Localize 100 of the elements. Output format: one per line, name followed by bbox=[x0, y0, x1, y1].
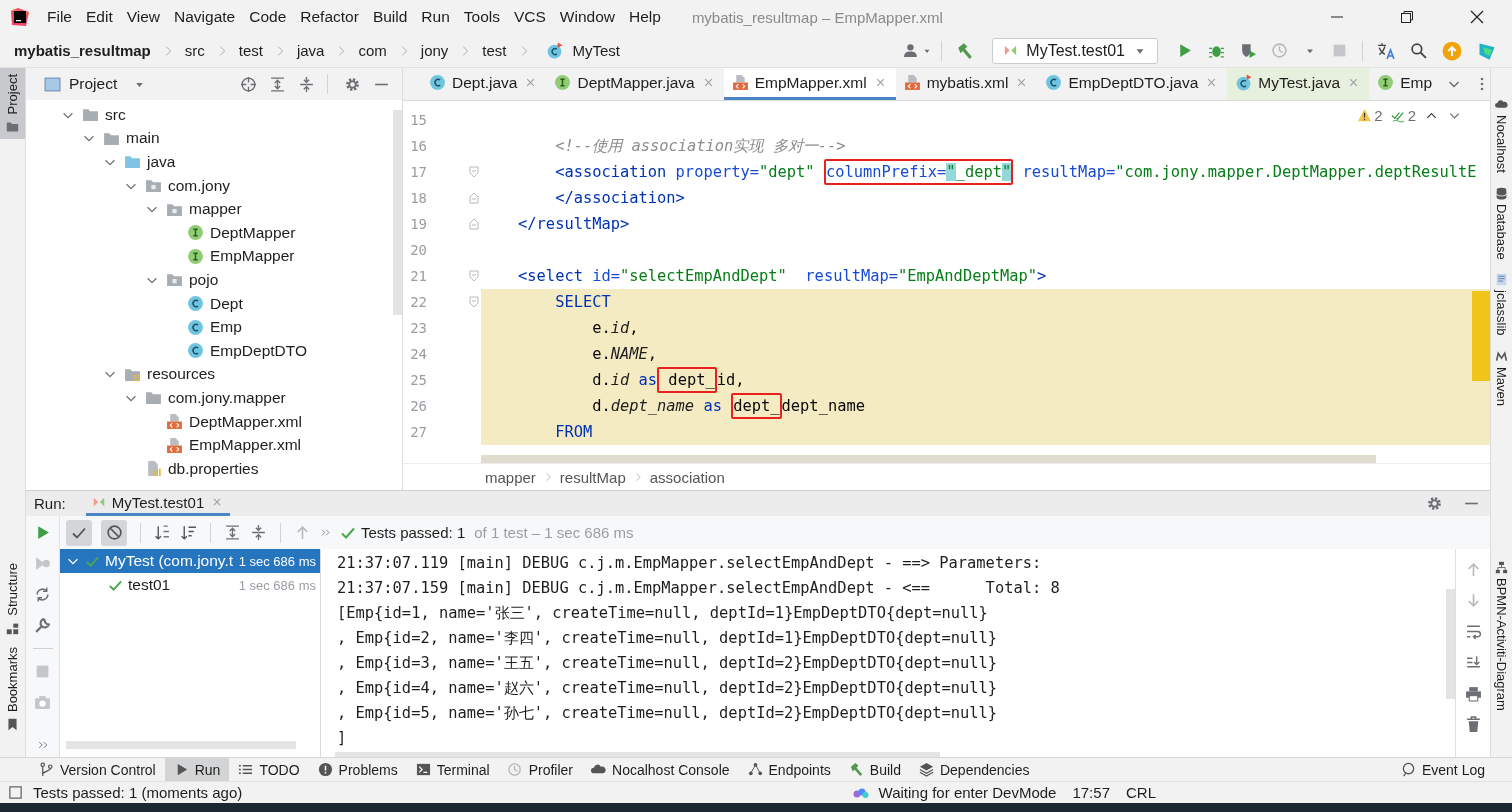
menu-item[interactable]: Code bbox=[242, 8, 294, 26]
translate-icon[interactable] bbox=[1377, 41, 1395, 60]
tree-item[interactable]: com.jony bbox=[168, 176, 231, 195]
menu-item[interactable]: Run bbox=[414, 8, 457, 26]
tree-item[interactable]: Emp bbox=[210, 318, 242, 337]
tree-item[interactable]: com.jony.mapper bbox=[168, 388, 286, 407]
gear-icon[interactable] bbox=[1426, 495, 1443, 512]
update-icon[interactable] bbox=[1442, 40, 1462, 61]
tree-item[interactable]: DeptMapper bbox=[210, 223, 296, 242]
tree-item[interactable]: Dept bbox=[210, 294, 243, 313]
editor-tab[interactable]: mybatis.xml bbox=[895, 68, 1038, 100]
breadcrumb[interactable]: test bbox=[482, 42, 507, 59]
tool-window-button[interactable]: Nocalhost bbox=[1494, 98, 1509, 173]
tool-window-tab[interactable]: Endpoints bbox=[738, 758, 840, 781]
editor-tab[interactable]: EmpDeptDTO.java bbox=[1037, 68, 1228, 100]
restore-window-icon[interactable] bbox=[1399, 9, 1415, 25]
breadcrumb[interactable]: resultMap bbox=[559, 468, 626, 486]
tool-window-tab[interactable]: Build bbox=[839, 758, 910, 781]
tool-window-tab[interactable]: Dependencies bbox=[909, 758, 1039, 781]
tree-item[interactable]: mapper bbox=[189, 200, 242, 219]
tree-item[interactable]: java bbox=[147, 153, 176, 171]
sort-duration-icon[interactable] bbox=[180, 524, 197, 541]
wrench-icon[interactable] bbox=[34, 617, 51, 634]
print-icon[interactable] bbox=[1464, 685, 1482, 702]
tool-window-tab[interactable]: Terminal bbox=[406, 758, 499, 781]
panel-title[interactable]: Project bbox=[69, 75, 118, 93]
trash-icon[interactable] bbox=[1464, 716, 1482, 733]
tool-window-button[interactable]: Bookmarks bbox=[0, 640, 25, 737]
breadcrumb[interactable]: java bbox=[296, 42, 325, 59]
breadcrumb[interactable]: MyTest bbox=[572, 42, 621, 59]
breadcrumb[interactable]: association bbox=[649, 468, 725, 486]
sort-alpha-icon[interactable] bbox=[154, 524, 171, 541]
show-passed-toggle[interactable] bbox=[66, 519, 92, 546]
menu-item[interactable]: Refactor bbox=[293, 8, 366, 26]
expand-all-icon[interactable] bbox=[224, 524, 241, 541]
double-chevron-icon[interactable] bbox=[36, 739, 49, 751]
scrollbar[interactable] bbox=[66, 741, 296, 749]
tool-window-tab[interactable]: Profiler bbox=[498, 758, 582, 781]
menu-item[interactable]: Help bbox=[622, 8, 668, 26]
collapse-all-icon[interactable] bbox=[298, 75, 315, 93]
gear-icon[interactable] bbox=[344, 75, 361, 93]
editor-tab[interactable]: Emp bbox=[1369, 68, 1440, 100]
scrollbar[interactable] bbox=[1446, 589, 1455, 699]
tool-window-button[interactable]: BPMN-Activiti-Diagram bbox=[1494, 561, 1509, 711]
checkbox-icon[interactable] bbox=[8, 785, 23, 800]
scrollbar[interactable] bbox=[335, 752, 940, 757]
tool-window-button[interactable]: Maven bbox=[1494, 350, 1509, 406]
line-separator[interactable]: CRL bbox=[1126, 784, 1156, 801]
menu-item[interactable]: Window bbox=[552, 8, 622, 26]
scrollbar[interactable] bbox=[481, 455, 1376, 463]
menu-item[interactable]: Edit bbox=[79, 8, 120, 26]
editor-tab[interactable]: Dept.java bbox=[421, 68, 547, 100]
tree-item[interactable]: EmpMapper bbox=[210, 247, 295, 266]
menu-item[interactable]: Tools bbox=[456, 8, 507, 26]
hammer-icon[interactable] bbox=[956, 41, 975, 60]
show-ignored-toggle[interactable] bbox=[101, 519, 127, 546]
breadcrumb[interactable]: mapper bbox=[485, 468, 536, 486]
checks-indicator[interactable]: 2 bbox=[1390, 107, 1416, 124]
tool-window-button[interactable]: Database bbox=[1494, 186, 1509, 260]
breadcrumb[interactable]: jony bbox=[420, 42, 449, 59]
tool-window-tab[interactable]: Version Control bbox=[30, 758, 165, 781]
tree-item[interactable]: main bbox=[126, 129, 160, 148]
tool-window-button[interactable]: Project bbox=[0, 68, 25, 140]
crosshair-icon[interactable] bbox=[240, 75, 257, 93]
breadcrumb[interactable]: test bbox=[238, 42, 263, 59]
close-window-icon[interactable] bbox=[1469, 9, 1485, 25]
test-tree-item[interactable]: MyTest (com.jony.t 1 sec 686 ms bbox=[60, 549, 320, 573]
breadcrumb[interactable]: mybatis_resultmap bbox=[14, 42, 151, 59]
tool-window-tab[interactable]: Nocalhost Console bbox=[582, 758, 739, 781]
search-icon[interactable] bbox=[1410, 42, 1427, 59]
menu-item[interactable]: Build bbox=[365, 8, 415, 26]
tool-window-tab[interactable]: Run bbox=[164, 758, 230, 781]
menu-item[interactable]: View bbox=[119, 8, 168, 26]
tree-item[interactable]: src bbox=[105, 105, 126, 124]
test-tree-item[interactable]: test01 1 sec 686 ms bbox=[60, 573, 320, 597]
editor-tab[interactable]: EmpMapper.xml bbox=[723, 68, 896, 100]
tool-window-tab[interactable]: Problems bbox=[308, 758, 407, 781]
tree-item[interactable]: db.properties bbox=[168, 459, 259, 478]
tree-item[interactable]: pojo bbox=[189, 270, 219, 289]
tool-window-button[interactable]: Structure bbox=[0, 557, 25, 641]
tree-item[interactable]: EmpMapper.xml bbox=[189, 436, 301, 455]
menu-item[interactable]: VCS bbox=[506, 8, 553, 26]
expand-all-icon[interactable] bbox=[269, 75, 286, 93]
tree-item[interactable]: DeptMapper.xml bbox=[189, 412, 302, 431]
collapse-all-icon[interactable] bbox=[250, 524, 267, 541]
double-chevron-icon[interactable] bbox=[320, 527, 331, 538]
status-text[interactable]: Waiting for enter DevMode bbox=[878, 784, 1057, 801]
menu-item[interactable]: Navigate bbox=[167, 8, 243, 26]
menu-item[interactable]: File bbox=[40, 8, 79, 26]
breadcrumb[interactable]: src bbox=[184, 42, 205, 59]
breadcrumb[interactable]: com bbox=[358, 42, 387, 59]
run-configuration-dropdown[interactable]: MyTest.test01 bbox=[992, 37, 1158, 64]
editor-tab[interactable]: DeptMapper.java bbox=[546, 68, 724, 100]
tree-item[interactable]: resources bbox=[147, 365, 216, 384]
tree-item[interactable]: EmpDeptDTO bbox=[210, 341, 308, 360]
soft-wrap-icon[interactable] bbox=[1464, 623, 1482, 640]
tool-window-button[interactable]: jclasslib bbox=[1494, 273, 1509, 336]
editor-tab[interactable]: MyTest.java bbox=[1227, 68, 1370, 100]
tool-window-tab[interactable]: Event Log bbox=[1391, 758, 1494, 781]
warnings-indicator[interactable]: 2 bbox=[1357, 107, 1383, 124]
